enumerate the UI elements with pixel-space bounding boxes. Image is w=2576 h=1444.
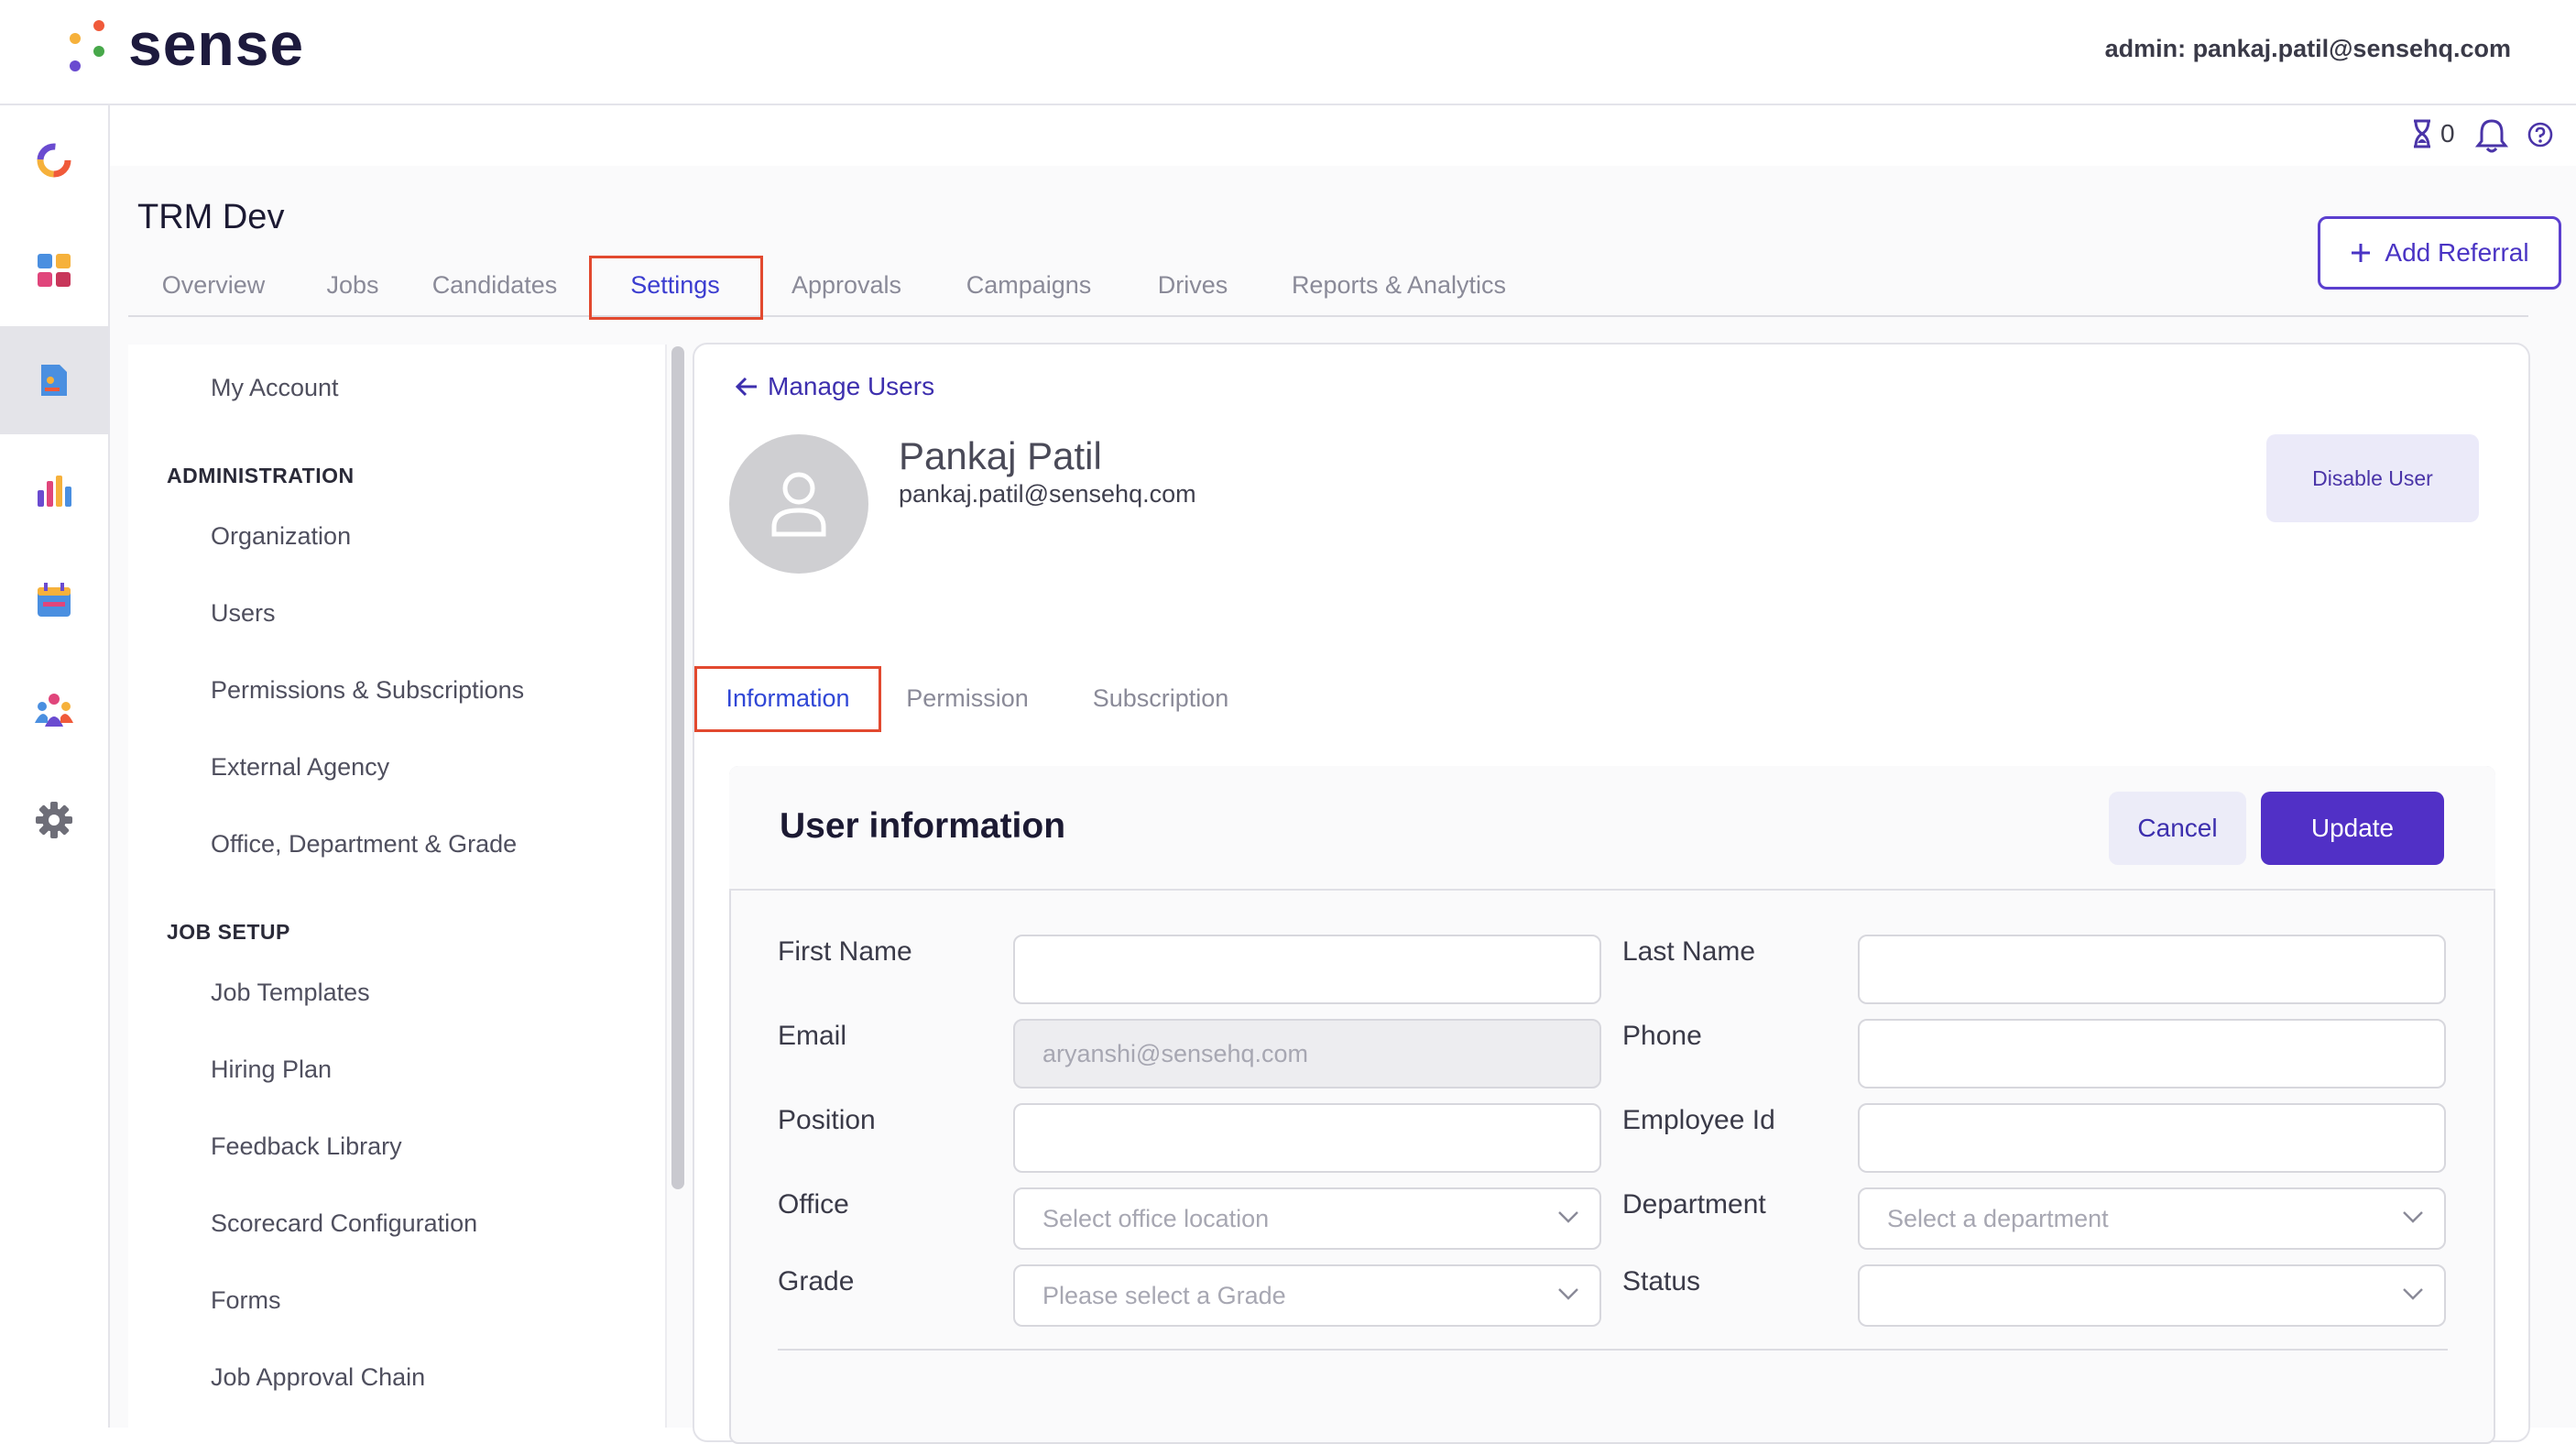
add-referral-button[interactable]: Add Referral [2318,216,2561,290]
tab-approvals[interactable]: Approvals [759,255,933,315]
calendar-icon [38,583,71,617]
user-information-title: User information [780,806,1066,846]
main-tabs: Overview Jobs Candidates Settings Approv… [128,255,2528,317]
gear-icon [36,802,72,838]
rail-dashboard[interactable] [0,216,108,324]
nav-item-scorecard-configuration[interactable]: Scorecard Configuration [211,1209,477,1238]
settings-sidebar: My Account ADMINISTRATION Organization U… [128,345,667,1428]
email-label: Email [778,1021,847,1051]
rail-people[interactable] [0,656,108,764]
analytics-icon [38,476,71,507]
grade-label: Grade [778,1266,855,1296]
form-divider [778,1349,2448,1351]
chevron-down-icon [1558,1211,1578,1223]
tab-jobs[interactable]: Jobs [299,255,407,315]
grade-select-placeholder: Please select a Grade [1042,1281,1286,1309]
nav-item-permissions-subscriptions[interactable]: Permissions & Subscriptions [211,676,524,705]
nav-item-external-agency[interactable]: External Agency [211,753,389,782]
department-select-placeholder: Select a department [1887,1204,2109,1232]
first-name-label: First Name [778,936,912,967]
admin-account-label[interactable]: admin: pankaj.patil@sensehq.com [2105,35,2511,63]
sidebar-divider [665,345,667,1428]
nav-item-users[interactable]: Users [211,599,276,628]
status-label: Status [1622,1266,1701,1296]
nav-item-forms[interactable]: Forms [211,1286,281,1315]
tab-overview[interactable]: Overview [128,255,299,315]
information-tab-highlight [694,666,881,732]
office-label: Office [778,1189,849,1220]
first-name-field[interactable] [1013,935,1601,1004]
nav-item-feedback-library[interactable]: Feedback Library [211,1132,402,1161]
rail-analytics[interactable] [0,436,108,544]
status-select[interactable] [1858,1264,2446,1327]
sense-home-icon [37,143,71,178]
user-email: pankaj.patil@sensehq.com [899,480,1196,508]
add-referral-label: Add Referral [2385,238,2529,267]
position-field[interactable] [1013,1103,1601,1173]
department-select[interactable]: Select a department [1858,1187,2446,1250]
nav-item-office-department-grade[interactable]: Office, Department & Grade [211,830,517,859]
rail-home[interactable] [0,106,108,214]
position-label: Position [778,1105,876,1135]
user-name: Pankaj Patil [899,434,1102,477]
logo-text[interactable]: sense [128,9,304,79]
grade-select[interactable]: Please select a Grade [1013,1264,1601,1327]
sense-logo-icon [70,20,104,71]
office-select[interactable]: Select office location [1013,1187,1601,1250]
hourglass-count: 0 [2440,119,2455,148]
nav-item-organization[interactable]: Organization [211,522,351,551]
phone-label: Phone [1622,1021,1702,1051]
people-icon [35,694,73,727]
tab-campaigns[interactable]: Campaigns [933,255,1124,315]
last-name-field[interactable] [1858,935,2446,1004]
hourglass-icon[interactable] [2411,119,2433,148]
nav-heading-administration: ADMINISTRATION [167,464,355,487]
tab-subscription[interactable]: Subscription [1063,667,1259,729]
nav-item-job-templates[interactable]: Job Templates [211,979,370,1007]
plus-icon [2352,244,2371,262]
last-name-label: Last Name [1622,936,1756,967]
rail-documents[interactable] [0,326,108,434]
help-icon[interactable] [2527,121,2554,148]
rail-calendar[interactable] [0,546,108,654]
nav-item-job-approval-chain[interactable]: Job Approval Chain [211,1363,425,1392]
chevron-down-icon [2403,1288,2423,1300]
employee-id-field[interactable] [1858,1103,2446,1173]
employee-id-label: Employee Id [1622,1105,1775,1135]
status-strip [110,105,2576,166]
tab-drives[interactable]: Drives [1124,255,1261,315]
rail-settings[interactable] [0,766,108,874]
chevron-down-icon [2403,1211,2423,1223]
arrow-left-icon [735,377,757,397]
nav-heading-job-setup: JOB SETUP [167,920,290,944]
bell-icon[interactable] [2475,117,2508,154]
nav-item-my-account[interactable]: My Account [211,374,339,402]
document-icon [41,365,67,396]
sidebar-scrollbar[interactable] [671,346,684,1189]
page-title: TRM Dev [137,198,285,236]
nav-item-hiring-plan[interactable]: Hiring Plan [211,1056,332,1084]
dashboard-icon [38,254,71,287]
chevron-down-icon [1558,1288,1578,1300]
settings-tab-highlight [589,256,763,320]
tab-reports-analytics[interactable]: Reports & Analytics [1261,255,1536,315]
phone-field[interactable] [1858,1019,2446,1088]
update-button[interactable]: Update [2261,792,2444,865]
top-bar: sense admin: pankaj.patil@sensehq.com [0,0,2576,105]
back-link-label: Manage Users [768,372,935,400]
user-icon [771,472,826,537]
office-select-placeholder: Select office location [1042,1204,1270,1232]
cancel-button[interactable]: Cancel [2109,792,2246,865]
manage-users-back-link[interactable]: Manage Users [735,372,934,401]
tab-candidates[interactable]: Candidates [407,255,583,315]
avatar [729,434,868,574]
tab-permission[interactable]: Permission [885,667,1050,729]
disable-user-button[interactable]: Disable User [2266,434,2479,522]
department-label: Department [1622,1189,1766,1220]
email-field: aryanshi@sensehq.com [1013,1019,1601,1088]
